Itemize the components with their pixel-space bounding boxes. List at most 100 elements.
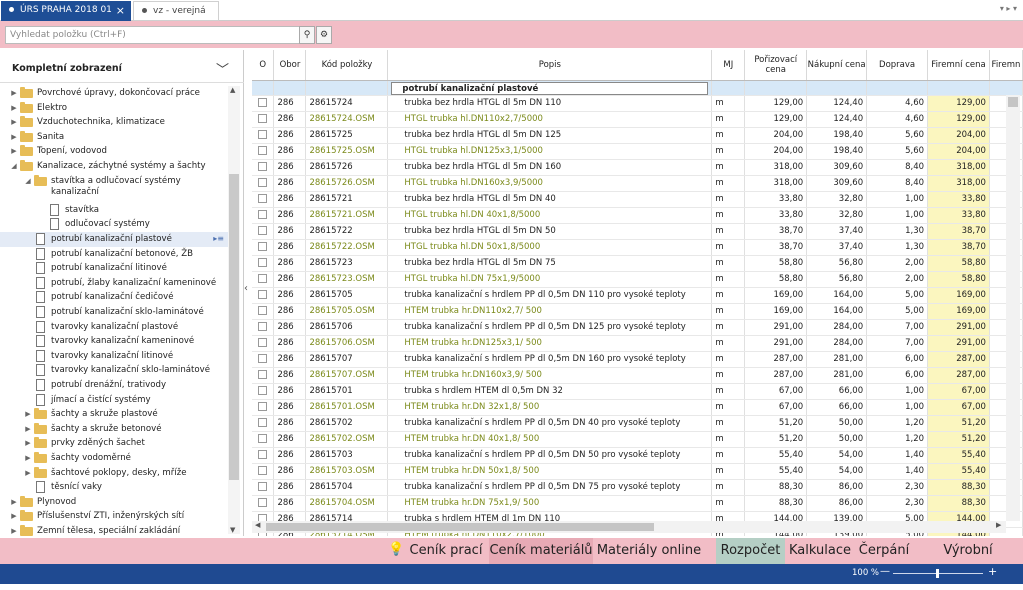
table-row[interactable]: 286 28615701 trubka s hrdlem HTEM dl 0,5m … xyxy=(252,383,1023,401)
row-checkbox-cell[interactable] xyxy=(252,159,275,177)
expand-arrow-icon[interactable]: ▶ xyxy=(24,436,32,450)
tree-item[interactable]: ▶ Elektro xyxy=(0,101,228,116)
row-checkbox[interactable] xyxy=(258,322,268,332)
row-checkbox-cell[interactable] xyxy=(252,127,275,145)
tree-item[interactable]: ▶ šachty a skruže plastové xyxy=(0,407,228,422)
row-checkbox-cell[interactable] xyxy=(252,447,275,465)
row-checkbox[interactable] xyxy=(258,402,268,412)
col-obor-header[interactable]: Obor xyxy=(273,50,307,81)
grid-horizontal-scrollbar[interactable]: ◀ ▶ xyxy=(252,521,1006,533)
row-checkbox[interactable] xyxy=(258,434,268,444)
tree-item[interactable]: ▶ šachtové poklopy, desky, mříže xyxy=(0,466,228,481)
row-checkbox-cell[interactable] xyxy=(252,271,275,289)
table-row[interactable]: 286 28615725.OSM HTGL trubka hl.DN125x3,1/… xyxy=(252,143,1023,161)
tree-item[interactable]: potrubí kanalizační sklo-laminátové xyxy=(0,305,228,320)
tree-item[interactable]: odlučovací systémy xyxy=(0,217,228,232)
tree-item[interactable]: ▶ Příslušenství ZTI, inženýrských sítí xyxy=(0,509,228,524)
row-checkbox[interactable] xyxy=(258,178,268,188)
zoom-in-icon[interactable]: + xyxy=(988,565,997,578)
search-input[interactable]: Vyhledat položku (Ctrl+F) xyxy=(5,26,300,44)
row-checkbox-cell[interactable] xyxy=(252,175,275,193)
row-checkbox[interactable] xyxy=(258,146,268,156)
scroll-left-icon[interactable]: ◀ xyxy=(255,521,260,529)
row-checkbox-cell[interactable] xyxy=(252,287,275,305)
search-icon[interactable]: ⚲ xyxy=(299,26,315,44)
tree-item[interactable]: ▶ Povrchové úpravy, dokončovací práce xyxy=(0,86,228,101)
col-mj-header[interactable]: MJ xyxy=(711,50,746,81)
table-row[interactable]: 286 28615706 trubka kanalizační s hrdlem P… xyxy=(252,319,1023,337)
row-checkbox[interactable] xyxy=(258,226,268,236)
tab-vz-verejna[interactable]: vz - verejná xyxy=(133,1,219,21)
tree-item[interactable]: potrubí kanalizační litinové xyxy=(0,261,228,276)
scroll-down-icon[interactable]: ▼ xyxy=(230,526,235,534)
table-row[interactable]: 286 28615724 trubka bez hrdla HTGL dl 5m D… xyxy=(252,95,1023,113)
table-row[interactable]: 286 28615726 trubka bez hrdla HTGL dl 5m D… xyxy=(252,159,1023,177)
row-checkbox[interactable] xyxy=(258,418,268,428)
expand-arrow-icon[interactable]: ▶ xyxy=(10,144,18,158)
row-checkbox[interactable] xyxy=(258,258,268,268)
expand-arrow-icon[interactable]: ▶ xyxy=(10,130,18,144)
row-checkbox-cell[interactable] xyxy=(252,207,275,225)
table-row[interactable]: 286 28615707 trubka kanalizační s hrdlem P… xyxy=(252,351,1023,369)
table-row[interactable]: 286 28615723.OSM HTGL trubka hl.DN 75x1,9/… xyxy=(252,271,1023,289)
row-checkbox-cell[interactable] xyxy=(252,479,275,497)
table-row[interactable]: 286 28615703.OSM HTEM trubka hr.DN 50x1,8/… xyxy=(252,463,1023,481)
table-row[interactable]: 286 28615706.OSM HTEM trubka hr.DN125x3,1/… xyxy=(252,335,1023,353)
module-rozpocet[interactable]: Rozpočet xyxy=(716,538,785,564)
row-checkbox[interactable] xyxy=(258,210,268,220)
expand-arrow-icon[interactable]: ▶ xyxy=(24,407,32,421)
tree-item[interactable]: stavítka xyxy=(0,203,228,218)
table-row[interactable]: 286 28615704 trubka kanalizační s hrdlem P… xyxy=(252,479,1023,497)
table-row[interactable]: 286 28615707.OSM HTEM trubka hr.DN160x3,9/… xyxy=(252,367,1023,385)
row-checkbox-cell[interactable] xyxy=(252,415,275,433)
row-checkbox-cell[interactable] xyxy=(252,335,275,353)
tree-item[interactable]: tvarovky kanalizační plastové xyxy=(0,320,228,335)
tree-item[interactable]: tvarovky kanalizační litinové xyxy=(0,349,228,364)
row-checkbox[interactable] xyxy=(258,450,268,460)
scroll-thumb[interactable] xyxy=(229,174,239,480)
row-checkbox-cell[interactable] xyxy=(252,383,275,401)
module-materialy-online[interactable]: Materiály online xyxy=(596,538,702,564)
tree-item[interactable]: ▶ Plynovod xyxy=(0,495,228,510)
zoom-out-icon[interactable]: — xyxy=(880,566,890,577)
row-checkbox-cell[interactable] xyxy=(252,223,275,241)
row-checkbox-cell[interactable] xyxy=(252,143,275,161)
tree-item[interactable]: jímací a čistící systémy xyxy=(0,393,228,408)
table-row[interactable]: 286 28615722.OSM HTGL trubka hl.DN 50x1,8/… xyxy=(252,239,1023,257)
row-checkbox-cell[interactable] xyxy=(252,351,275,369)
settings-gear-icon[interactable]: ⚙ xyxy=(316,26,332,44)
row-checkbox[interactable] xyxy=(258,162,268,172)
row-checkbox-cell[interactable] xyxy=(252,303,275,321)
row-checkbox[interactable] xyxy=(258,370,268,380)
row-checkbox-cell[interactable] xyxy=(252,239,275,257)
expand-arrow-icon[interactable]: ▶ xyxy=(24,451,32,465)
col-o-header[interactable]: O xyxy=(252,50,275,81)
row-checkbox[interactable] xyxy=(258,114,268,124)
table-row[interactable]: 286 28615702.OSM HTEM trubka hr.DN 40x1,8/… xyxy=(252,431,1023,449)
table-row[interactable]: 286 28615721 trubka bez hrdla HTGL dl 5m D… xyxy=(252,191,1023,209)
tree-item[interactable]: ▶ Sanita xyxy=(0,130,228,145)
tree-item[interactable]: potrubí kanalizační betonové, ŽB xyxy=(0,247,228,262)
row-checkbox[interactable] xyxy=(258,306,268,316)
row-checkbox-cell[interactable] xyxy=(252,463,275,481)
row-checkbox-cell[interactable] xyxy=(252,191,275,209)
col-firemni-header[interactable]: Firemní cena xyxy=(927,50,990,81)
expand-arrow-icon[interactable]: ▶ xyxy=(10,509,18,523)
tree-item[interactable]: ▶ Zemní tělesa, speciální zakládání xyxy=(0,524,228,539)
row-checkbox-cell[interactable] xyxy=(252,399,275,417)
col-porizovaci-header[interactable]: Pořizovací cena xyxy=(744,50,808,81)
module-cenik-materialu[interactable]: Ceník materiálů xyxy=(489,538,593,564)
table-row[interactable]: 286 28615725 trubka bez hrdla HTGL dl 5m D… xyxy=(252,127,1023,145)
table-row[interactable]: 286 28615721.OSM HTGL trubka hl.DN 40x1,8/… xyxy=(252,207,1023,225)
table-row[interactable]: 286 28615723 trubka bez hrdla HTGL dl 5m D… xyxy=(252,255,1023,273)
expand-arrow-icon[interactable]: ▶ xyxy=(10,495,18,509)
row-checkbox[interactable] xyxy=(258,274,268,284)
row-checkbox[interactable] xyxy=(258,498,268,508)
expand-arrow-icon[interactable]: ▶ xyxy=(10,115,18,129)
scroll-thumb[interactable] xyxy=(1008,97,1018,107)
row-checkbox-cell[interactable] xyxy=(252,255,275,273)
col-nakupni-header[interactable]: Nákupní cena xyxy=(806,50,868,81)
col-popis-header[interactable]: Popis xyxy=(387,50,713,81)
table-row[interactable]: 286 28615705.OSM HTEM trubka hr.DN110x2,7/… xyxy=(252,303,1023,321)
tree-item[interactable]: potrubí, žlaby kanalizační kameninové xyxy=(0,276,228,291)
